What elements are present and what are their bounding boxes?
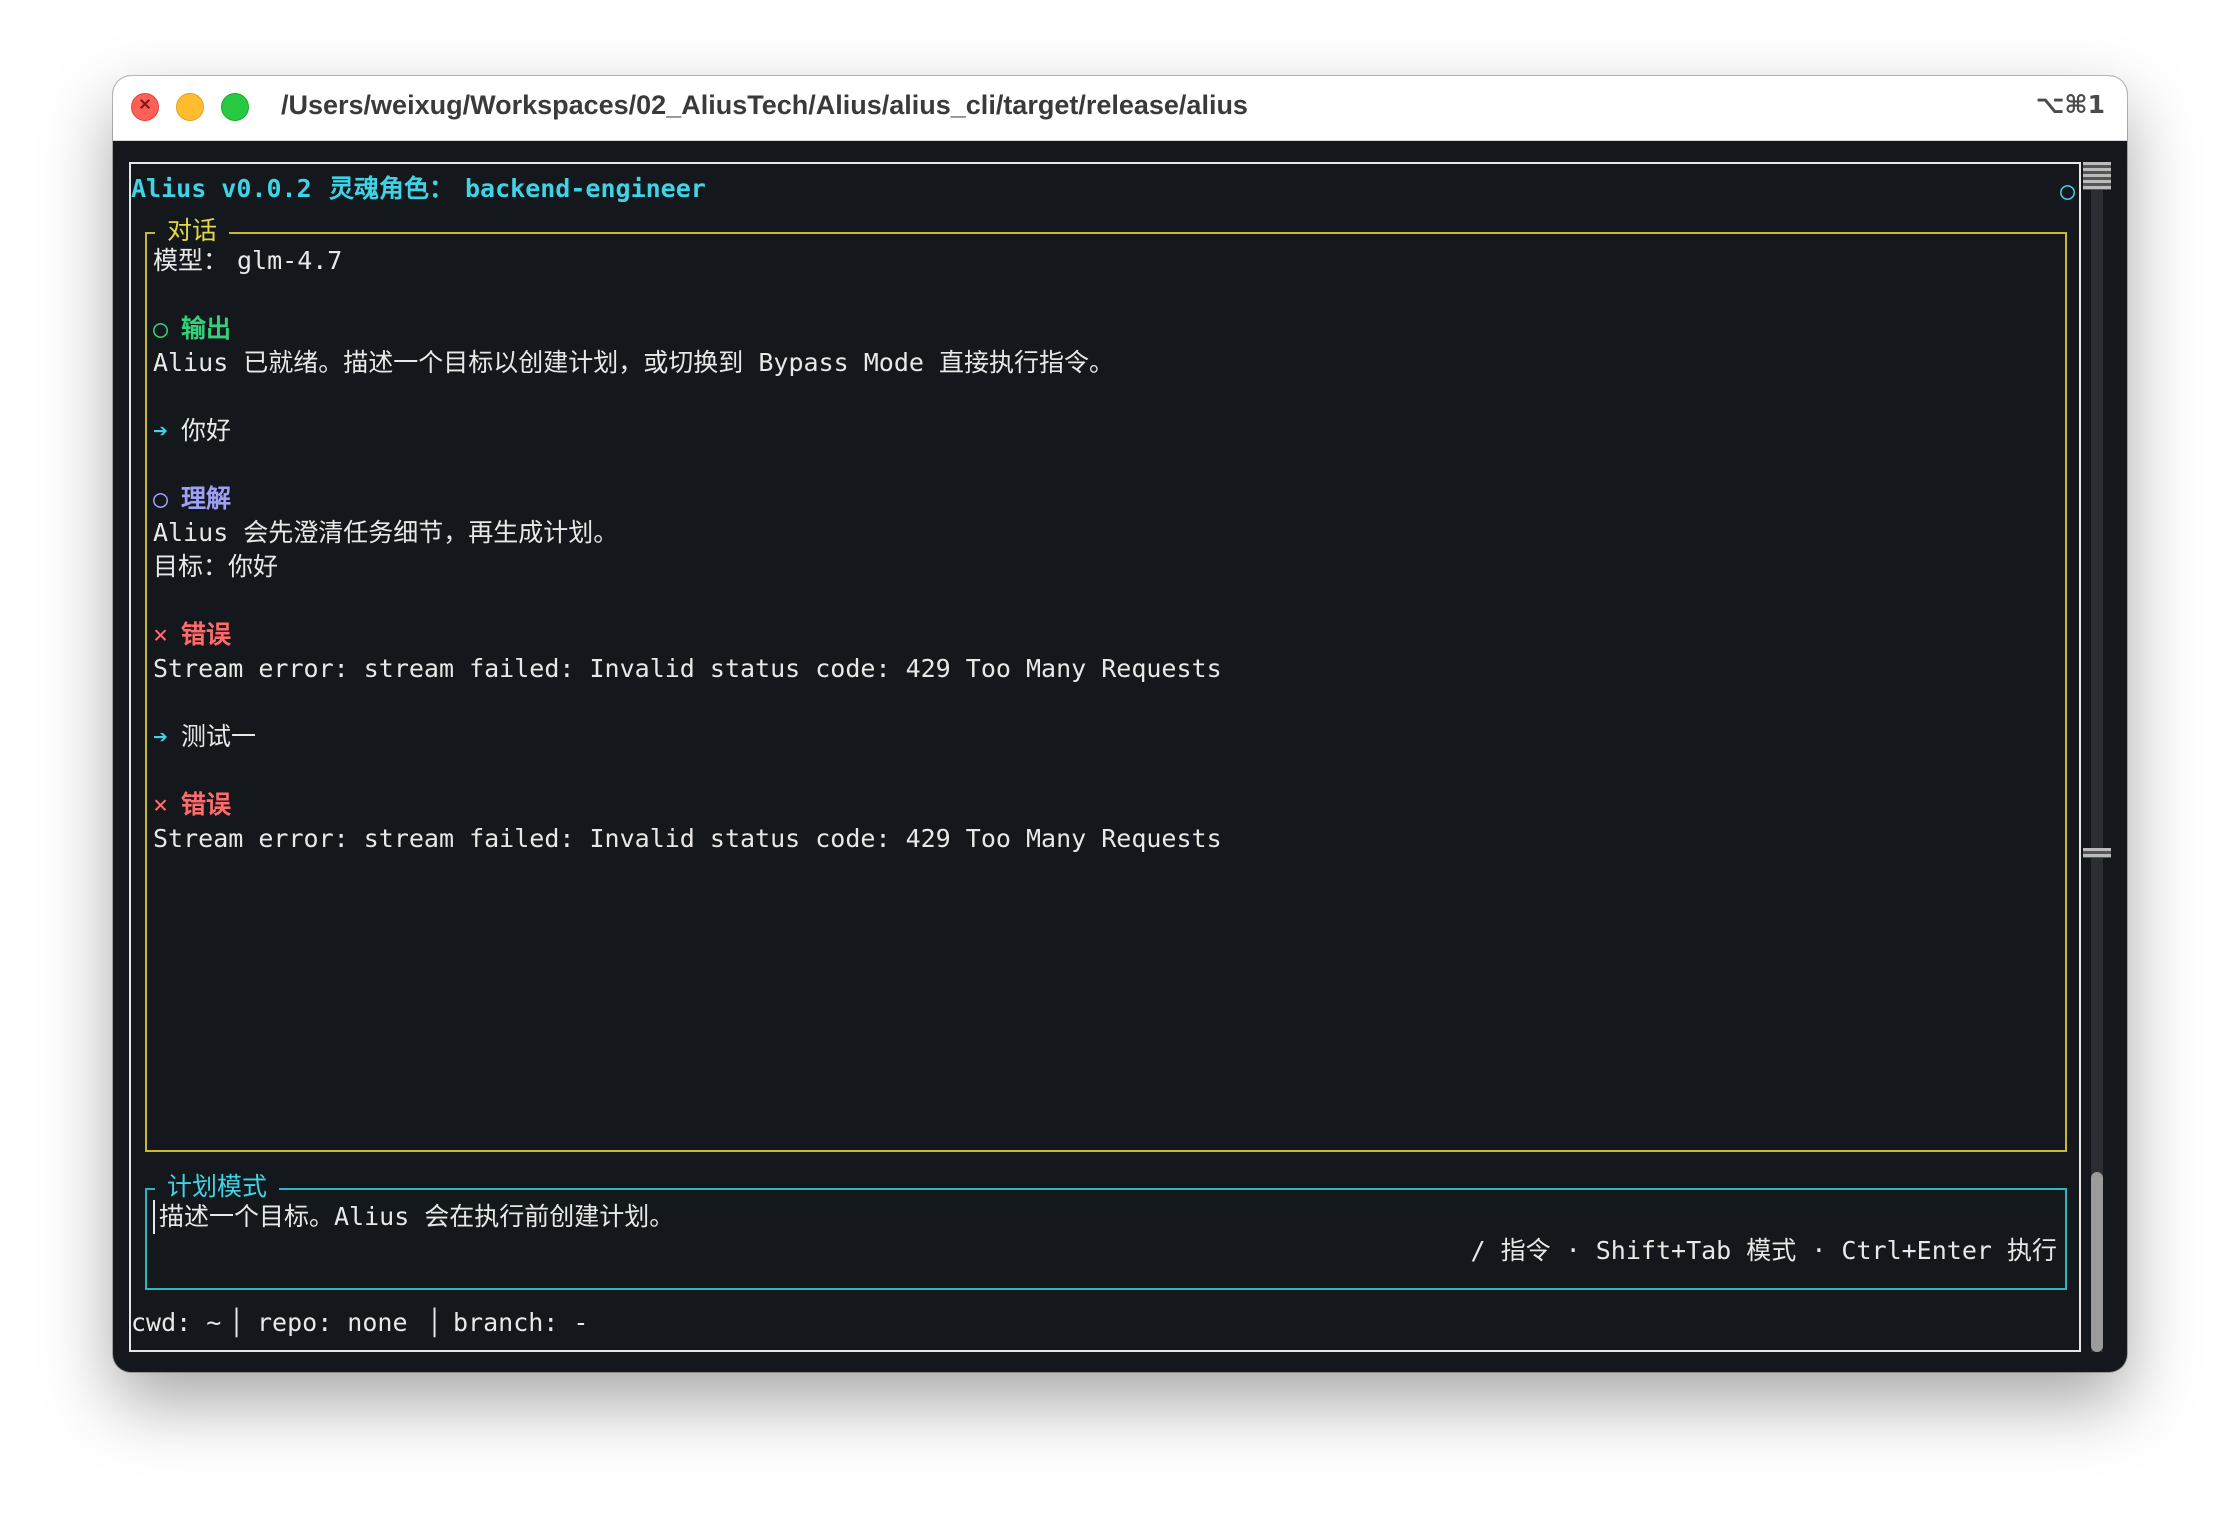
- understand-title: 理解: [181, 484, 232, 513]
- scroll-marker: [2083, 848, 2111, 858]
- dialog-panel: 对话 模型： glm-4.7 ○ 输出 Alius 已就绪。描述一个目标以创建计…: [145, 214, 2067, 1152]
- dialog-panel-label: 对话: [155, 214, 230, 248]
- close-icon: [139, 98, 151, 110]
- user-prompt-arrow-icon: ➔: [153, 722, 169, 751]
- user-message: 测试一: [181, 722, 257, 751]
- error-title: 错误: [181, 620, 232, 649]
- window-shortcut: ⌥⌘1: [2035, 90, 2105, 119]
- zoom-button[interactable]: [221, 93, 249, 121]
- scrollbar[interactable]: [2091, 162, 2103, 1352]
- status-separator: │: [427, 1308, 443, 1337]
- status-separator: │: [229, 1308, 245, 1337]
- understand-icon: ○: [153, 484, 169, 513]
- app-version: Alius v0.0.2: [131, 174, 312, 203]
- output-title: 输出: [181, 314, 232, 343]
- prompt-input[interactable]: 描述一个目标。Alius 会在执行前创建计划。: [153, 1200, 674, 1234]
- error-icon: ×: [153, 620, 169, 649]
- model-label: 模型：: [153, 246, 229, 275]
- status-repo: repo: none: [257, 1308, 408, 1337]
- plan-mode-input-panel[interactable]: 计划模式 描述一个目标。Alius 会在执行前创建计划。 / 指令 · Shif…: [145, 1170, 2067, 1290]
- minimize-button[interactable]: [176, 93, 204, 121]
- window-title: /Users/weixug/Workspaces/02_AliusTech/Al…: [281, 90, 1248, 120]
- keyboard-hints: / 指令 · Shift+Tab 模式 · Ctrl+Enter 执行: [1470, 1236, 2058, 1265]
- user-message: 你好: [181, 416, 232, 445]
- scroll-marker: [2083, 162, 2111, 190]
- model-name: glm-4.7: [237, 246, 343, 275]
- terminal-area[interactable]: Alius v0.0.2 灵魂角色： backend-engineer ○ 对话…: [129, 162, 2081, 1352]
- output-icon: ○: [153, 314, 169, 343]
- user-prompt-arrow-icon: ➔: [153, 416, 169, 445]
- close-button[interactable]: [131, 93, 159, 121]
- role-label: 灵魂角色：: [329, 174, 455, 203]
- status-branch: branch: -: [453, 1308, 589, 1337]
- error-icon: ×: [153, 790, 169, 819]
- terminal-window: /Users/weixug/Workspaces/02_AliusTech/Al…: [113, 76, 2127, 1372]
- error-text: Stream error: stream failed: Invalid sta…: [153, 824, 1222, 853]
- status-indicator-icon: ○: [2059, 176, 2075, 205]
- output-text: Alius 已就绪。描述一个目标以创建计划，或切换到 Bypass Mode 直…: [153, 348, 1114, 377]
- error-text: Stream error: stream failed: Invalid sta…: [153, 654, 1222, 683]
- input-panel-label: 计划模式: [155, 1170, 280, 1204]
- status-cwd: cwd: ~: [131, 1308, 222, 1337]
- goal-text: 目标：你好: [153, 552, 279, 581]
- role-name: backend-engineer: [465, 174, 706, 203]
- understand-text: Alius 会先澄清任务细节，再生成计划。: [153, 518, 619, 547]
- title-bar: /Users/weixug/Workspaces/02_AliusTech/Al…: [113, 76, 2127, 141]
- error-title: 错误: [181, 790, 232, 819]
- scrollbar-thumb[interactable]: [2091, 1172, 2103, 1352]
